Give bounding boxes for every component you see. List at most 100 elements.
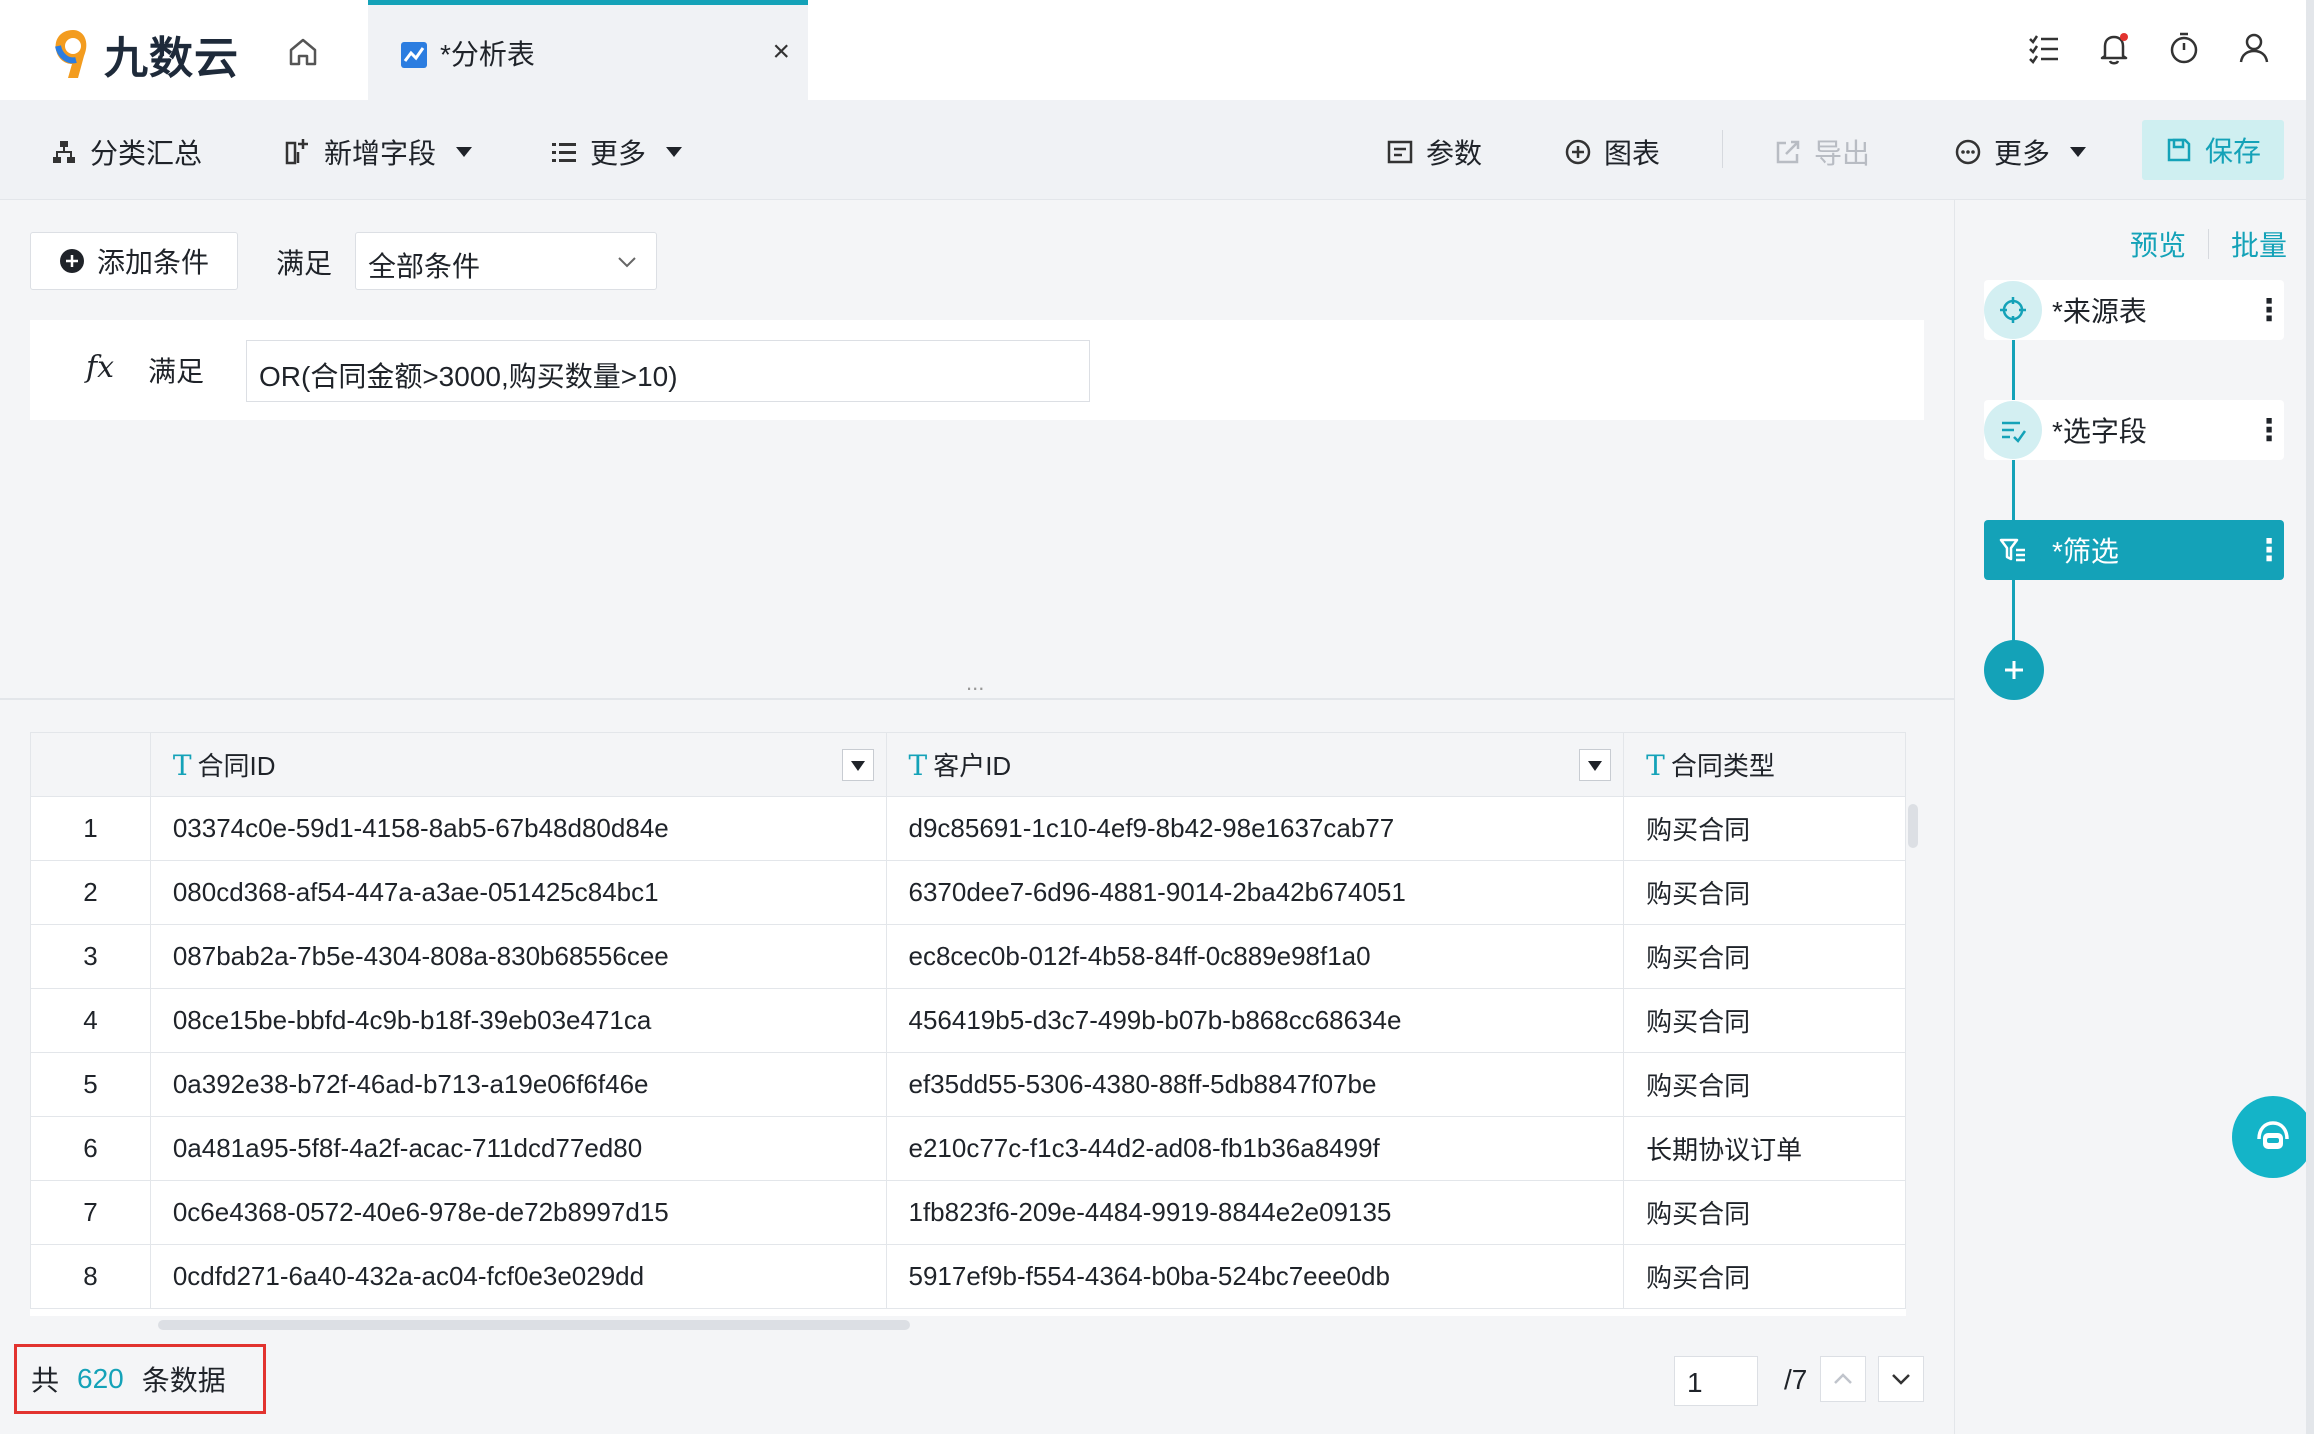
plus-icon [2005,661,2023,679]
cell-customer-id[interactable]: 456419b5-d3c7-499b-b07b-b868cc68634e [885,988,1625,1053]
table-row[interactable]: 1 03374c0e-59d1-4158-8ab5-67b48d80d84e d9c… [30,796,1906,861]
cell-contract-type[interactable]: 购买合同 [1623,796,1906,861]
kebab-menu-icon[interactable]: ⋮ [2254,533,2284,568]
step-label: *来源表 [2052,296,2147,327]
text-type-icon: T [908,749,928,782]
splitter[interactable] [0,698,1954,700]
cell-contract-type[interactable]: 购买合同 [1623,988,1906,1053]
group-summary-button[interactable]: 分类汇总 [50,132,202,172]
cell-contract-id[interactable]: 0a481a95-5f8f-4a2f-acac-711dcd77ed80 [149,1116,887,1181]
table-row[interactable]: 2 080cd368-af54-447a-a3ae-051425c84bc1 637… [30,860,1906,925]
match-mode-select[interactable]: 全部条件 [355,232,657,290]
cell-contract-type[interactable]: 购买合同 [1623,1180,1906,1245]
chart-button[interactable]: 图表 [1564,132,1660,172]
kebab-menu-icon[interactable]: ⋮ [2254,413,2284,448]
add-field-button[interactable]: 新增字段 [284,132,473,172]
vertical-scrollbar[interactable] [1908,804,1918,848]
table-header-row: T 合同ID T 客户ID T 合同类型 [30,732,1906,797]
steps-panel-links: 预览 批量 [2130,224,2287,264]
step-filter[interactable]: *筛选 ⋮ [1984,520,2284,580]
table-row[interactable]: 8 0cdfd271-6a40-432a-ac04-fcf0e3e029dd 591… [30,1244,1906,1309]
cell-contract-type[interactable]: 长期协议订单 [1623,1116,1906,1181]
step-select-fields[interactable]: *选字段 ⋮ [1984,400,2284,460]
user-icon[interactable] [2236,30,2272,66]
horizontal-scrollbar[interactable] [158,1320,910,1330]
cell-contract-id[interactable]: 087bab2a-7b5e-4304-808a-830b68556cee [149,924,887,989]
cell-contract-id[interactable]: 03374c0e-59d1-4158-8ab5-67b48d80d84e [149,796,887,861]
splitter-handle[interactable]: ... [966,670,984,696]
params-label: 参数 [1426,138,1483,169]
cell-customer-id[interactable]: d9c85691-1c10-4ef9-8b42-98e1637cab77 [885,796,1625,861]
cell-contract-id[interactable]: 08ce15be-bbfd-4c9b-b18f-39eb03e471ca [149,988,887,1053]
cell-customer-id[interactable]: e210c77c-f1c3-44d2-ad08-fb1b36a8499f [885,1116,1625,1181]
cell-customer-id[interactable]: 1fb823f6-209e-4484-9919-8844e2e09135 [885,1180,1625,1245]
cell-contract-type[interactable]: 购买合同 [1623,860,1906,925]
column-header-customer-id[interactable]: T 客户ID [885,732,1625,797]
next-page-button[interactable] [1878,1356,1924,1402]
cell-contract-type[interactable]: 购买合同 [1623,924,1906,989]
more-right-button[interactable]: 更多 [1954,132,2087,172]
toolbar-divider [1722,130,1723,168]
text-type-icon: T [172,749,192,782]
cell-customer-id[interactable]: 5917ef9b-f554-4364-b0ba-524bc7eee0db [885,1244,1625,1309]
home-icon[interactable] [285,34,321,70]
text-type-icon: T [1646,749,1665,782]
add-condition-button[interactable]: 添加条件 [30,232,238,290]
params-icon [1387,140,1413,164]
step-source-table[interactable]: *来源表 ⋮ [1984,280,2284,340]
column-dropdown-button[interactable] [841,749,874,781]
save-button[interactable]: 保存 [2142,120,2284,180]
notification-bell-icon[interactable] [2096,30,2132,66]
plus-circle-filled-icon [59,249,84,273]
cell-contract-id[interactable]: 0cdfd271-6a40-432a-ac04-fcf0e3e029dd [149,1244,887,1309]
formula-input[interactable]: OR(合同金额>3000,购买数量>10) [246,340,1090,402]
task-list-icon[interactable] [2026,30,2062,66]
satisfy-label: 满足 [276,248,333,279]
cell-contract-id[interactable]: 0a392e38-b72f-46ad-b713-a19e06f6f46e [149,1052,887,1117]
add-step-button[interactable] [1984,640,2044,700]
more-left-button[interactable]: 更多 [550,132,683,172]
cell-contract-id[interactable]: 080cd368-af54-447a-a3ae-051425c84bc1 [149,860,887,925]
cell-customer-id[interactable]: ec8cec0b-012f-4b58-84ff-0c889e98f1a0 [885,924,1625,989]
timer-icon[interactable] [2166,30,2202,66]
preview-link[interactable]: 预览 [2130,224,2186,264]
formula-satisfy-label: 满足 [148,356,205,387]
tab-analysis-table[interactable]: *分析表 × [368,0,808,100]
chevron-down-icon [666,147,683,157]
page-total: /7 [1784,1364,1808,1395]
column-header-contract-id[interactable]: T 合同ID [149,732,887,797]
tab-close-icon[interactable]: × [772,35,790,69]
table-row[interactable]: 3 087bab2a-7b5e-4304-808a-830b68556cee ec8… [30,924,1906,989]
table-row[interactable]: 6 0a481a95-5f8f-4a2f-acac-711dcd77ed80 e21… [30,1116,1906,1181]
cell-customer-id[interactable]: ef35dd55-5306-4380-88ff-5db8847f07be [885,1052,1625,1117]
cell-contract-type[interactable]: 购买合同 [1623,1244,1906,1309]
prev-page-button[interactable] [1820,1356,1866,1402]
export-button[interactable]: 导出 [1774,132,1870,172]
fx-icon[interactable]: fx [86,350,114,385]
batch-link[interactable]: 批量 [2231,224,2287,264]
table-row[interactable]: 5 0a392e38-b72f-46ad-b713-a19e06f6f46e ef3… [30,1052,1906,1117]
cell-contract-type[interactable]: 购买合同 [1623,1052,1906,1117]
hierarchy-icon [53,141,75,163]
table-row[interactable]: 7 0c6e4368-0572-40e6-978e-de72b8997d15 1fb… [30,1180,1906,1245]
tab-label: *分析表 [440,39,535,70]
customer-service-button[interactable] [2232,1096,2314,1178]
cell-customer-id[interactable]: 6370dee7-6d96-4881-9014-2ba42b674051 [885,860,1625,925]
row-index: 2 [30,860,151,925]
chat-support-icon [2257,1121,2289,1149]
column-header-contract-type[interactable]: T 合同类型 [1623,732,1906,797]
list-icon [552,143,576,162]
table-row[interactable]: 4 08ce15be-bbfd-4c9b-b18f-39eb03e471ca 456… [30,988,1906,1053]
row-index: 8 [30,1244,151,1309]
column-dropdown-button[interactable] [1579,749,1612,781]
params-button[interactable]: 参数 [1386,132,1482,172]
save-label: 保存 [2204,136,2261,167]
link-divider [2208,229,2210,259]
cell-contract-id[interactable]: 0c6e4368-0572-40e6-978e-de72b8997d15 [149,1180,887,1245]
logo[interactable]: 九数云 [50,22,239,86]
steps-connector [2012,332,2015,662]
kebab-menu-icon[interactable]: ⋮ [2254,293,2284,328]
page-number-input[interactable]: 1 [1674,1356,1758,1406]
chevron-down-icon [1892,1374,1910,1385]
footer-bar [0,1340,1954,1434]
